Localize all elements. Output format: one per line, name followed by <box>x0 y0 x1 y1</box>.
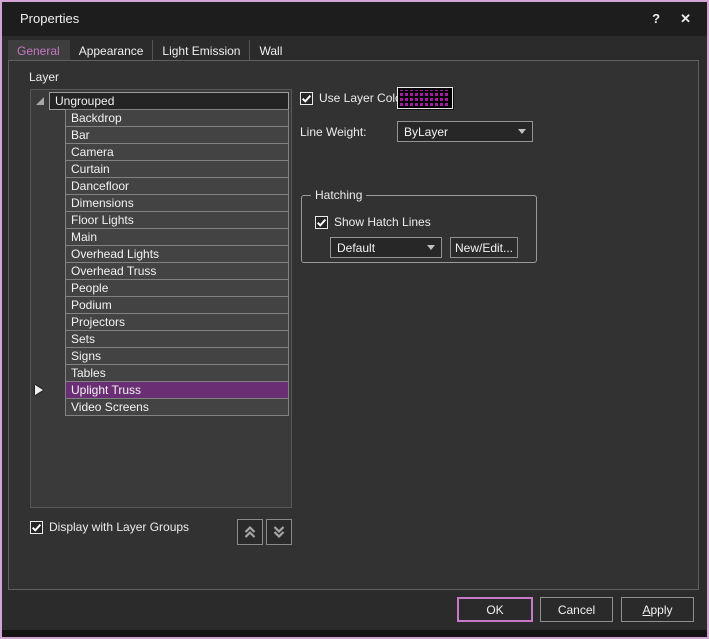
use-layer-color-checkbox[interactable] <box>300 92 313 105</box>
tab-light-emission[interactable]: Light Emission <box>153 40 250 61</box>
layer-tree[interactable]: UngroupedBackdropBarCameraCurtainDancefl… <box>30 89 292 508</box>
hatching-title: Hatching <box>311 188 366 202</box>
line-weight-label: Line Weight: <box>300 125 367 139</box>
line-weight-value: ByLayer <box>404 125 448 139</box>
use-layer-color[interactable]: Use Layer Color <box>300 91 406 105</box>
display-with-layer-groups[interactable]: Display with Layer Groups <box>30 520 189 534</box>
tree-item-tables[interactable]: Tables <box>65 364 289 382</box>
cancel-button[interactable]: Cancel <box>540 597 613 622</box>
titlebar[interactable]: Properties ? ✕ <box>2 2 707 36</box>
window-title: Properties <box>20 11 79 26</box>
tabstrip: GeneralAppearanceLight EmissionWall <box>8 40 291 61</box>
tree-item-bar[interactable]: Bar <box>65 126 289 144</box>
help-icon[interactable]: ? <box>652 2 660 36</box>
layer-color-swatch-pattern <box>400 90 450 106</box>
layer-tree-rows: UngroupedBackdropBarCameraCurtainDancefl… <box>31 92 291 416</box>
line-weight-dropdown[interactable]: ByLayer <box>397 121 533 142</box>
display-with-layer-groups-checkbox[interactable] <box>30 521 43 534</box>
tab-page-general: Layer UngroupedBackdropBarCameraCurtainD… <box>8 60 699 590</box>
move-down-button[interactable] <box>266 519 292 545</box>
layer-section-label: Layer <box>29 70 59 84</box>
show-hatch-lines-label: Show Hatch Lines <box>334 215 431 229</box>
tab-wall[interactable]: Wall <box>250 40 291 61</box>
tree-item-backdrop[interactable]: Backdrop <box>65 109 289 127</box>
tree-item-ungrouped[interactable]: Ungrouped <box>49 92 289 110</box>
tree-item-dimensions[interactable]: Dimensions <box>65 194 289 212</box>
tab-general[interactable]: General <box>8 40 70 61</box>
properties-dialog: Properties ? ✕ GeneralAppearanceLight Em… <box>0 0 709 639</box>
tree-item-people[interactable]: People <box>65 279 289 297</box>
tree-item-dancefloor[interactable]: Dancefloor <box>65 177 289 195</box>
tree-item-overhead-truss[interactable]: Overhead Truss <box>65 262 289 280</box>
expander-icon[interactable] <box>36 97 44 105</box>
tree-item-curtain[interactable]: Curtain <box>65 160 289 178</box>
tree-item-uplight-truss[interactable]: Uplight Truss <box>65 381 289 399</box>
selected-item-arrow <box>35 385 43 395</box>
show-hatch-lines-checkbox[interactable] <box>315 216 328 229</box>
double-chevron-up-icon <box>242 524 258 540</box>
apply-button[interactable]: Apply <box>621 597 694 622</box>
tab-appearance[interactable]: Appearance <box>70 40 154 61</box>
window-bottom-edge <box>2 630 707 637</box>
new-edit-button[interactable]: New/Edit... <box>450 237 518 258</box>
tree-item-overhead-lights[interactable]: Overhead Lights <box>65 245 289 263</box>
hatch-pattern-dropdown[interactable]: Default <box>330 237 442 258</box>
tree-item-floor-lights[interactable]: Floor Lights <box>65 211 289 229</box>
display-with-layer-groups-label: Display with Layer Groups <box>49 520 189 534</box>
chevron-down-icon <box>518 129 526 134</box>
tree-item-video-screens[interactable]: Video Screens <box>65 398 289 416</box>
ok-button[interactable]: OK <box>457 597 533 622</box>
tree-item-projectors[interactable]: Projectors <box>65 313 289 331</box>
tree-item-camera[interactable]: Camera <box>65 143 289 161</box>
tree-item-main[interactable]: Main <box>65 228 289 246</box>
chevron-down-icon <box>427 245 435 250</box>
use-layer-color-label: Use Layer Color <box>319 91 406 105</box>
tree-item-sets[interactable]: Sets <box>65 330 289 348</box>
tree-item-podium[interactable]: Podium <box>65 296 289 314</box>
double-chevron-down-icon <box>271 524 287 540</box>
hatching-groupbox: Hatching Show Hatch Lines Default New/Ed… <box>301 195 537 263</box>
close-icon[interactable]: ✕ <box>680 2 691 36</box>
move-up-button[interactable] <box>237 519 263 545</box>
show-hatch-lines[interactable]: Show Hatch Lines <box>315 215 431 229</box>
layer-color-swatch[interactable] <box>397 87 453 109</box>
tree-item-signs[interactable]: Signs <box>65 347 289 365</box>
hatch-pattern-value: Default <box>337 241 375 255</box>
